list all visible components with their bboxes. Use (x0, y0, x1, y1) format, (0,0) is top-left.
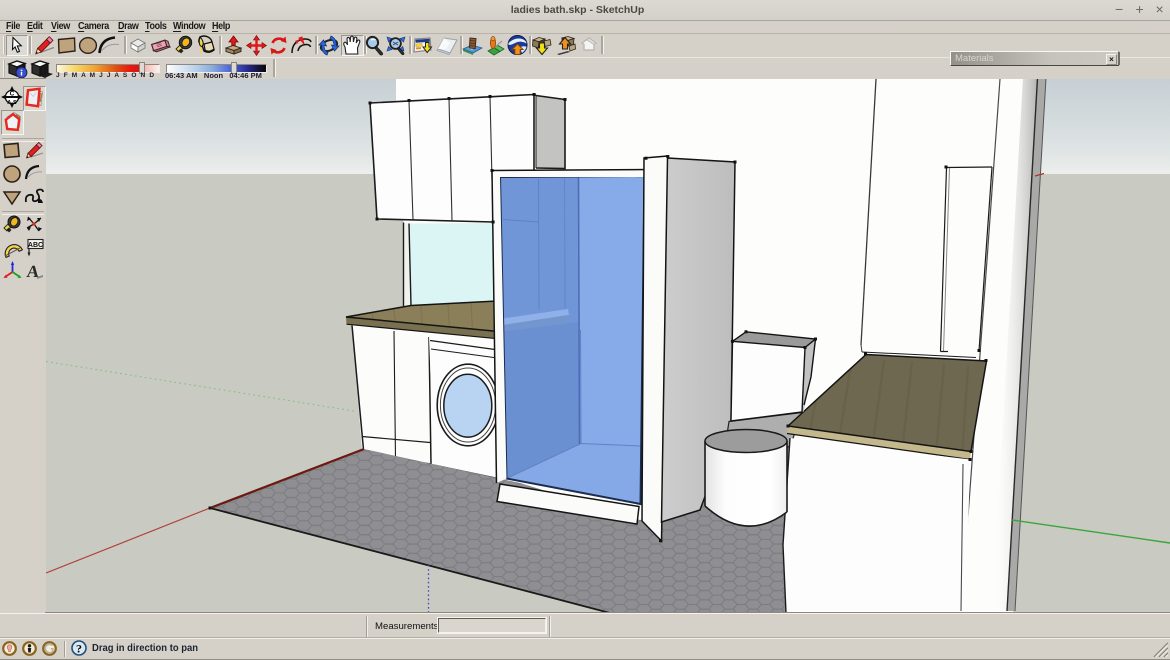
svg-text:A-S: A-S (7, 100, 17, 106)
svg-text:?: ? (76, 642, 82, 656)
svg-text:ABC: ABC (28, 242, 43, 249)
svg-text:C: C (10, 91, 15, 98)
